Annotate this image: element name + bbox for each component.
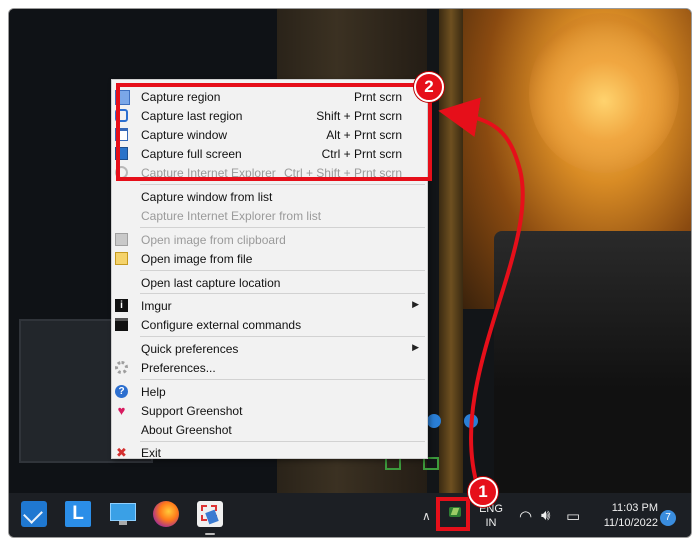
tray-icon-highlight bbox=[436, 497, 470, 531]
menu-item-help[interactable]: ? Help bbox=[112, 382, 427, 401]
notification-badge[interactable]: 7 bbox=[660, 510, 676, 526]
desktop-background-box bbox=[494, 231, 691, 493]
open-file-icon bbox=[115, 252, 128, 265]
menu-separator bbox=[140, 441, 425, 442]
menu-item-label: Capture Internet Explorer from list bbox=[141, 209, 322, 223]
desktop-icon-fragment bbox=[427, 414, 441, 428]
active-app-indicator bbox=[205, 533, 215, 535]
menu-separator bbox=[140, 270, 425, 271]
menu-separator bbox=[140, 336, 425, 337]
battery-icon[interactable]: ▭ bbox=[566, 507, 580, 525]
menu-item-label: Open image from clipboard bbox=[141, 233, 286, 247]
desktop-icon-fragment bbox=[464, 414, 478, 428]
menu-item-open-image-from-clipboard: Open image from clipboard bbox=[112, 230, 427, 249]
menu-item-open-image-from-file[interactable]: Open image from file bbox=[112, 249, 427, 268]
menu-item-support-greenshot[interactable]: ♥ Support Greenshot bbox=[112, 401, 427, 420]
menu-item-open-last-capture-location[interactable]: Open last capture location bbox=[112, 273, 427, 292]
this-pc-icon[interactable] bbox=[110, 501, 136, 527]
menu-item-label: About Greenshot bbox=[141, 423, 232, 437]
menu-item-label: Support Greenshot bbox=[141, 404, 243, 418]
help-icon: ? bbox=[115, 385, 128, 398]
menu-item-imgur[interactable]: i Imgur ▶ bbox=[112, 296, 427, 315]
menu-item-label: Help bbox=[141, 385, 166, 399]
wifi-icon[interactable]: ◠ bbox=[519, 507, 532, 525]
terminal-icon bbox=[115, 318, 128, 331]
greenshot-app-icon[interactable] bbox=[197, 501, 223, 527]
menu-separator bbox=[140, 379, 425, 380]
clipboard-icon bbox=[115, 233, 128, 246]
step-badge-1: 1 bbox=[468, 477, 498, 507]
clock-time: 11:03 PM bbox=[611, 502, 658, 514]
heart-icon: ♥ bbox=[117, 403, 126, 418]
menu-item-label: Open last capture location bbox=[141, 276, 281, 290]
menu-item-label: Exit bbox=[141, 446, 162, 460]
step-badge-2: 2 bbox=[414, 72, 444, 102]
volume-icon[interactable]: 🔊︎ bbox=[541, 507, 550, 524]
menu-item-exit[interactable]: ✖ Exit bbox=[112, 443, 427, 462]
menu-separator bbox=[140, 227, 425, 228]
region-code: IN bbox=[485, 517, 497, 529]
menu-item-label: Configure external commands bbox=[141, 318, 302, 332]
firefox-icon[interactable] bbox=[153, 501, 179, 527]
imgur-icon: i bbox=[115, 299, 128, 312]
submenu-arrow-icon: ▶ bbox=[412, 299, 419, 309]
menu-item-quick-preferences[interactable]: Quick preferences ▶ bbox=[112, 339, 427, 358]
desktop-background-bulb bbox=[529, 13, 679, 173]
submenu-arrow-icon: ▶ bbox=[412, 342, 419, 352]
menu-separator bbox=[140, 184, 425, 185]
menu-item-label: Imgur bbox=[141, 299, 172, 313]
menu-item-about-greenshot[interactable]: About Greenshot bbox=[112, 420, 427, 439]
menu-item-capture-ie-from-list: Capture Internet Explorer from list bbox=[112, 206, 427, 225]
taskbar: L ∧ ENG IN ◠ 🔊︎ ▭ 11:03 PM 11/10/2022 7 bbox=[9, 493, 691, 537]
clock-date: 11/10/2022 bbox=[603, 517, 658, 529]
menu-item-capture-window-from-list[interactable]: Capture window from list bbox=[112, 187, 427, 206]
l-app-icon[interactable]: L bbox=[65, 501, 91, 527]
menu-item-label: Quick preferences bbox=[141, 342, 239, 356]
menu-item-label: Open image from file bbox=[141, 252, 253, 266]
clock[interactable]: 11:03 PM 11/10/2022 bbox=[594, 501, 658, 531]
gear-icon bbox=[115, 361, 128, 374]
menu-separator bbox=[140, 293, 425, 294]
menu-item-label: Preferences... bbox=[141, 361, 216, 375]
capture-options-highlight bbox=[116, 83, 432, 181]
menu-item-label: Capture window from list bbox=[141, 190, 273, 204]
exit-icon: ✖ bbox=[116, 445, 127, 460]
menu-item-preferences[interactable]: Preferences... bbox=[112, 358, 427, 377]
mail-app-icon[interactable] bbox=[21, 501, 47, 527]
menu-item-configure-external-commands[interactable]: Configure external commands bbox=[112, 315, 427, 334]
show-hidden-icons-chevron-icon[interactable]: ∧ bbox=[422, 509, 431, 523]
